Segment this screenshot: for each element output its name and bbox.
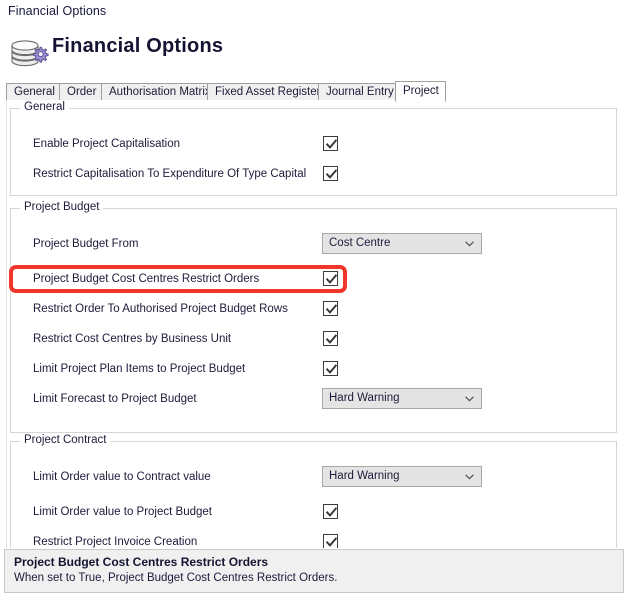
label-restrict-order-authorised-rows: Restrict Order To Authorised Project Bud… xyxy=(33,303,288,315)
tab-order[interactable]: Order xyxy=(59,83,102,100)
status-bar-title: Project Budget Cost Centres Restrict Ord… xyxy=(14,555,269,569)
row-limit-order-contract-value: Limit Order value to Contract value Hard… xyxy=(11,464,618,493)
dropdown-limit-forecast-project-budget[interactable]: Hard Warning xyxy=(322,388,482,409)
group-label-project-budget: Project Budget xyxy=(20,201,104,213)
chevron-down-icon xyxy=(465,474,474,480)
group-general: General Enable Project Capitalisation Re… xyxy=(10,101,618,196)
row-limit-project-plan-items: Limit Project Plan Items to Project Budg… xyxy=(11,356,618,385)
label-restrict-capitalisation: Restrict Capitalisation To Expenditure O… xyxy=(33,168,307,180)
window-title: Financial Options xyxy=(8,4,107,18)
label-limit-forecast-project-budget: Limit Forecast to Project Budget xyxy=(33,393,197,405)
checkbox-restrict-project-invoice[interactable] xyxy=(323,534,338,548)
tab-authorisation-matrix[interactable]: Authorisation Matrix xyxy=(101,83,211,100)
checkbox-enable-project-capitalisation[interactable] xyxy=(323,136,338,151)
label-project-budget-from: Project Budget From xyxy=(33,238,139,250)
content-left-border xyxy=(6,100,7,548)
checkbox-restrict-order-authorised-rows[interactable] xyxy=(323,301,338,316)
checkbox-limit-order-project-budget[interactable] xyxy=(323,504,338,519)
dropdown-project-budget-from[interactable]: Cost Centre xyxy=(322,233,482,254)
page-header: Financial Options xyxy=(0,26,628,78)
checkbox-restrict-cost-centres-bu[interactable] xyxy=(323,331,338,346)
checkbox-project-budget-cost-centres[interactable] xyxy=(323,271,338,286)
group-label-project-contract: Project Contract xyxy=(20,434,111,446)
checkbox-restrict-capitalisation[interactable] xyxy=(323,166,338,181)
label-project-budget-cost-centres: Project Budget Cost Centres Restrict Ord… xyxy=(33,273,260,285)
database-gear-icon xyxy=(8,32,50,72)
label-limit-project-plan-items: Limit Project Plan Items to Project Budg… xyxy=(33,363,246,375)
dropdown-value-project-budget-from: Cost Centre xyxy=(329,237,391,249)
options-content-panel: General Enable Project Capitalisation Re… xyxy=(0,100,628,548)
tab-fixed-asset-register[interactable]: Fixed Asset Register xyxy=(207,83,320,100)
label-enable-project-capitalisation: Enable Project Capitalisation xyxy=(33,138,181,150)
dropdown-value-limit-order-contract-value: Hard Warning xyxy=(329,470,400,482)
tab-journal-entry[interactable]: Journal Entry xyxy=(318,83,396,100)
row-restrict-order-authorised-rows: Restrict Order To Authorised Project Bud… xyxy=(11,296,618,325)
row-limit-forecast-project-budget: Limit Forecast to Project Budget Hard Wa… xyxy=(11,386,618,415)
tab-general[interactable]: General xyxy=(6,83,60,100)
checkbox-limit-project-plan-items[interactable] xyxy=(323,361,338,376)
page-title: Financial Options xyxy=(52,35,224,57)
chevron-down-icon xyxy=(465,241,474,247)
group-project-contract: Project Contract Limit Order value to Co… xyxy=(10,434,618,548)
chevron-down-icon xyxy=(465,396,474,402)
label-restrict-project-invoice: Restrict Project Invoice Creation xyxy=(33,536,198,548)
label-restrict-cost-centres-bu: Restrict Cost Centres by Business Unit xyxy=(33,333,232,345)
row-enable-project-capitalisation: Enable Project Capitalisation xyxy=(11,131,618,160)
status-bar-description: When set to True, Project Budget Cost Ce… xyxy=(14,572,338,584)
dropdown-value-limit-forecast-project-budget: Hard Warning xyxy=(329,392,400,404)
row-restrict-capitalisation: Restrict Capitalisation To Expenditure O… xyxy=(11,161,618,190)
dropdown-limit-order-contract-value[interactable]: Hard Warning xyxy=(322,466,482,487)
tab-project[interactable]: Project xyxy=(395,81,446,102)
row-restrict-project-invoice: Restrict Project Invoice Creation xyxy=(11,529,618,548)
label-limit-order-contract-value: Limit Order value to Contract value xyxy=(33,471,211,483)
row-limit-order-project-budget: Limit Order value to Project Budget xyxy=(11,499,618,528)
group-label-general: General xyxy=(20,101,69,113)
row-project-budget-from: Project Budget From Cost Centre xyxy=(11,231,618,260)
tab-strip: General Order Authorisation Matrix Fixed… xyxy=(6,81,622,102)
row-restrict-cost-centres-bu: Restrict Cost Centres by Business Unit xyxy=(11,326,618,355)
label-limit-order-project-budget: Limit Order value to Project Budget xyxy=(33,506,212,518)
group-project-budget: Project Budget Project Budget From Cost … xyxy=(10,201,618,433)
row-project-budget-cost-centres: Project Budget Cost Centres Restrict Ord… xyxy=(11,266,618,295)
status-bar: Project Budget Cost Centres Restrict Ord… xyxy=(4,549,624,593)
